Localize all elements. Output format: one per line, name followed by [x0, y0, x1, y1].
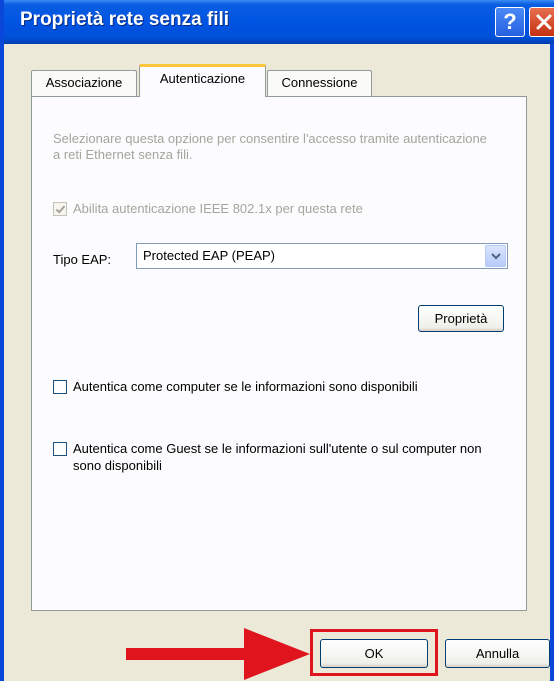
auth-as-guest-checkbox[interactable]: [53, 442, 67, 456]
tab-connessione[interactable]: Connessione: [267, 70, 372, 96]
help-button[interactable]: ?: [495, 7, 525, 37]
tab-associazione[interactable]: Associazione: [31, 70, 137, 96]
tab-panel-autenticazione: Selezionare questa opzione per consentir…: [31, 96, 527, 611]
auth-description: Selezionare questa opzione per consentir…: [53, 131, 487, 162]
auth-as-computer-checkbox[interactable]: [53, 380, 67, 394]
dropdown-button[interactable]: [485, 245, 506, 267]
properties-label: Proprietà: [434, 311, 488, 326]
ok-highlight-box: [310, 629, 438, 676]
help-icon: ?: [503, 9, 517, 34]
chevron-down-icon: [491, 253, 501, 260]
cancel-button[interactable]: Annulla: [445, 639, 550, 668]
title-bar[interactable]: Proprietà rete senza fili ?: [4, 0, 554, 44]
close-icon: [536, 14, 552, 30]
red-arrow-icon: [126, 628, 310, 680]
window-title: Proprietà rete senza fili: [20, 9, 230, 30]
auth-as-computer-label: Autentica come computer se le informazio…: [73, 379, 418, 394]
enable-8021x-checkbox[interactable]: [53, 202, 67, 216]
eap-type-value: Protected EAP (PEAP): [143, 248, 275, 263]
cancel-label: Annulla: [475, 646, 520, 661]
auth-as-guest-label: Autentica come Guest se le informazioni …: [73, 441, 482, 473]
checkmark-icon: [55, 205, 66, 214]
dialog-window: Proprietà rete senza fili ? Associazione…: [0, 0, 554, 681]
eap-type-label: Tipo EAP:: [53, 252, 112, 267]
properties-button[interactable]: Proprietà: [418, 305, 504, 332]
close-button[interactable]: [529, 7, 554, 37]
enable-8021x-label: Abilita autenticazione IEEE 802.1x per q…: [73, 201, 363, 216]
tab-autenticazione[interactable]: Autenticazione: [139, 64, 266, 97]
tab-label: Connessione: [281, 75, 358, 90]
eap-type-select[interactable]: Protected EAP (PEAP): [136, 243, 508, 269]
tab-label: Associazione: [45, 75, 123, 90]
tab-label: Autenticazione: [159, 71, 246, 86]
